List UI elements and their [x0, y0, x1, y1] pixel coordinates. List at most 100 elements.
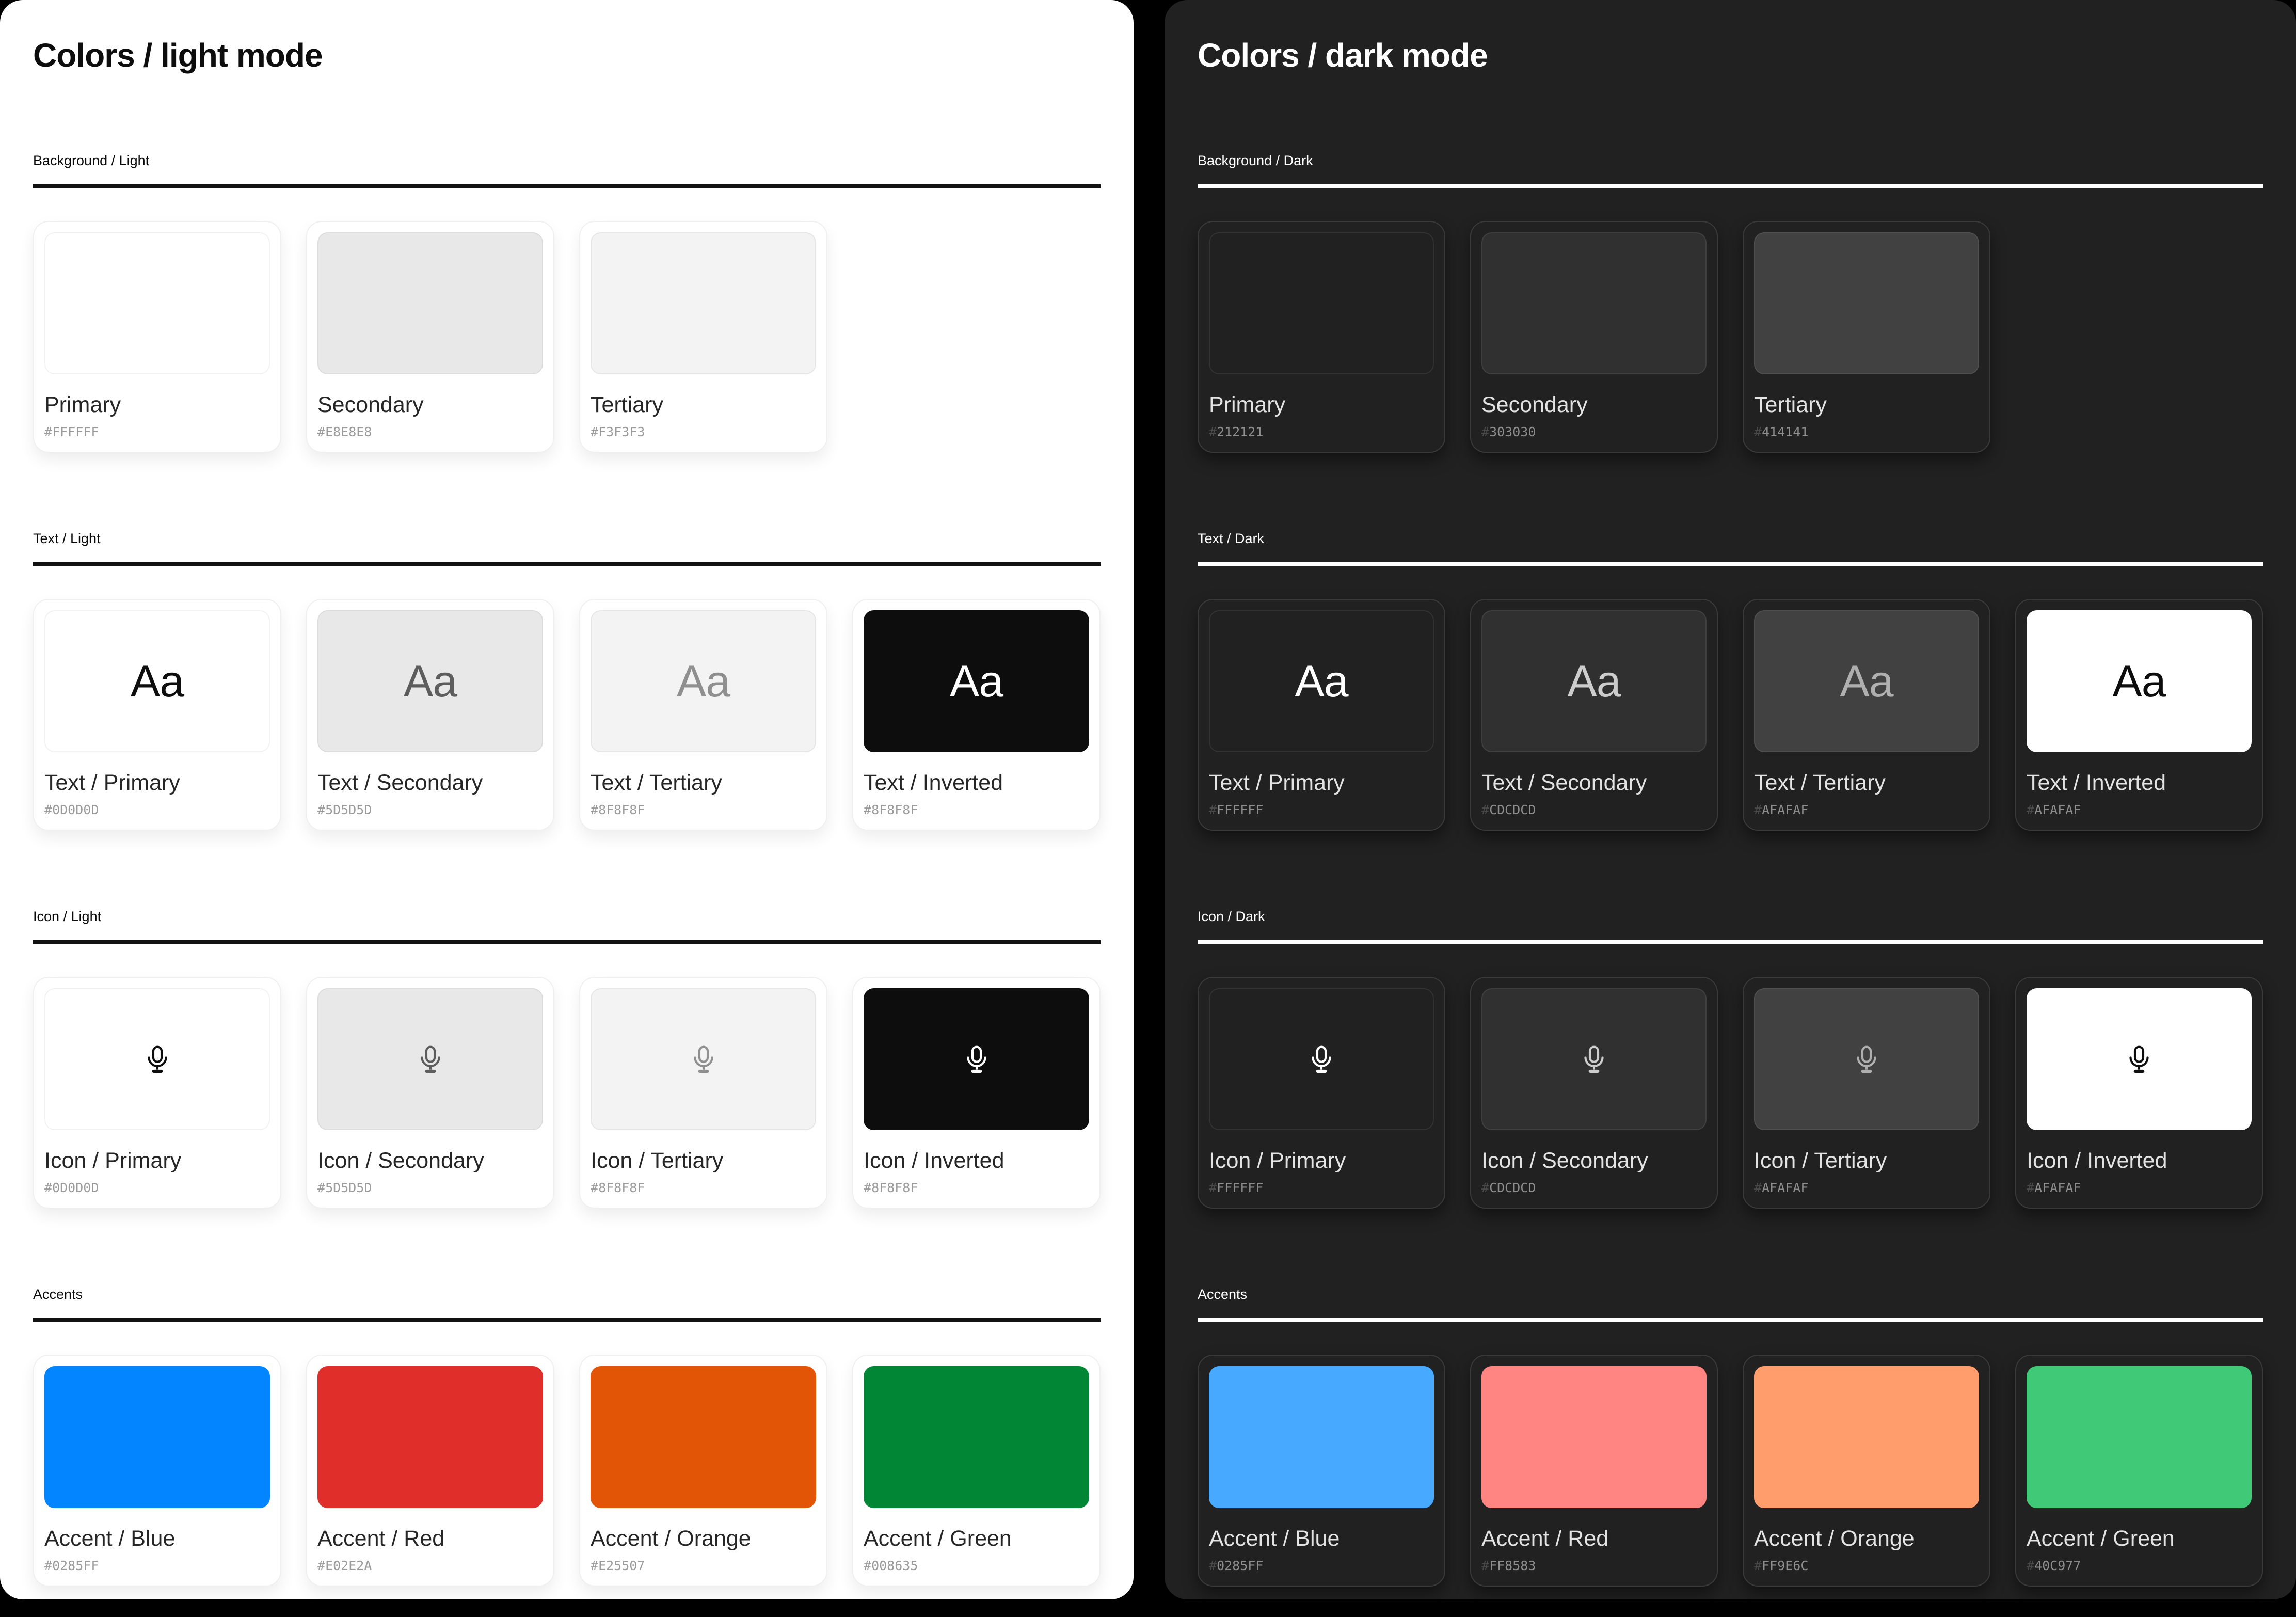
text-sample-swatch: Aa [1754, 610, 1979, 752]
color-swatch [2027, 1366, 2252, 1508]
card-icon-inverted: Icon / Inverted #AFAFAF [2015, 977, 2263, 1209]
card-hex: #CDCDCD [1481, 1181, 1707, 1195]
card-name: Icon / Primary [44, 1148, 270, 1174]
card-bg-primary: Primary #FFFFFF [33, 221, 281, 453]
section-icon-dark: Icon / Dark Icon / Primary #FFFFFF Icon … [1198, 908, 2263, 1209]
card-accent-green: Accent / Green #008635 [852, 1355, 1101, 1587]
card-name: Text / Tertiary [591, 770, 816, 796]
card-bg-tertiary: Tertiary #F3F3F3 [579, 221, 827, 453]
card-name: Accent / Blue [44, 1526, 270, 1551]
microphone-icon [961, 1043, 993, 1075]
section-accents-dark: Accents Accent / Blue #0285FF Accent / R… [1198, 1286, 2263, 1587]
section-divider [1198, 940, 2263, 944]
card-accent-red: Accent / Red #E02E2A [306, 1355, 554, 1587]
card-accent-blue: Accent / Blue #0285FF [33, 1355, 281, 1587]
text-sample-swatch: Aa [864, 610, 1089, 752]
card-hex: #FFFFFF [44, 425, 270, 439]
card-hex: #8F8F8F [864, 1181, 1089, 1195]
section-label: Background / Light [33, 152, 1101, 169]
card-text-inverted: Aa Text / Inverted #AFAFAF [2015, 599, 2263, 831]
card-icon-inverted: Icon / Inverted #8F8F8F [852, 977, 1101, 1209]
text-sample-swatch: Aa [2027, 610, 2252, 752]
card-row: Primary #FFFFFF Secondary #E8E8E8 Tertia… [33, 221, 1101, 453]
color-swatch [317, 1366, 543, 1508]
style-guide-canvas: Colors / light mode Background / Light P… [0, 0, 2296, 1617]
card-name: Tertiary [1754, 392, 1979, 418]
card-name: Text / Tertiary [1754, 770, 1979, 796]
card-hex: #AFAFAF [2027, 803, 2252, 817]
microphone-icon [1305, 1043, 1337, 1075]
aa-sample: Aa [950, 659, 1003, 704]
card-name: Text / Primary [44, 770, 270, 796]
card-name: Accent / Red [1481, 1526, 1707, 1551]
card-hex: #AFAFAF [1754, 1181, 1979, 1195]
card-bg-secondary: Secondary #303030 [1470, 221, 1718, 453]
card-row: Icon / Primary #0D0D0D Icon / Secondary … [33, 977, 1101, 1209]
card-hex: #FF8583 [1481, 1559, 1707, 1573]
card-name: Text / Secondary [317, 770, 543, 796]
section-divider [1198, 184, 2263, 188]
card-hex: #FFFFFF [1209, 803, 1434, 817]
section-label: Accents [33, 1286, 1101, 1303]
card-hex: #303030 [1481, 425, 1707, 439]
microphone-icon [688, 1043, 720, 1075]
color-swatch [44, 232, 270, 374]
card-hex: #8F8F8F [864, 803, 1089, 817]
card-row: Accent / Blue #0285FF Accent / Red #E02E… [33, 1355, 1101, 1587]
card-hex: #008635 [864, 1559, 1089, 1573]
section-label: Accents [1198, 1286, 2263, 1303]
card-icon-secondary: Icon / Secondary #CDCDCD [1470, 977, 1718, 1209]
card-accent-blue: Accent / Blue #0285FF [1198, 1355, 1445, 1587]
aa-sample: Aa [1567, 659, 1620, 704]
color-swatch [1754, 1366, 1979, 1508]
section-label: Text / Light [33, 530, 1101, 547]
aa-sample: Aa [677, 659, 730, 704]
section-icon-light: Icon / Light Icon / Primary #0D0D0D Icon… [33, 908, 1101, 1209]
card-hex: #0285FF [44, 1559, 270, 1573]
icon-sample-swatch [44, 988, 270, 1130]
card-name: Text / Inverted [2027, 770, 2252, 796]
section-background-light: Background / Light Primary #FFFFFF Secon… [33, 152, 1101, 453]
card-hex: #8F8F8F [591, 1181, 816, 1195]
card-hex: #40C977 [2027, 1559, 2252, 1573]
card-hex: #FFFFFF [1209, 1181, 1434, 1195]
aa-sample: Aa [1295, 659, 1348, 704]
card-accent-orange: Accent / Orange #E25507 [579, 1355, 827, 1587]
card-row: Aa Text / Primary #FFFFFF Aa Text / Seco… [1198, 599, 2263, 831]
card-hex: #5D5D5D [317, 1181, 543, 1195]
color-swatch [1209, 1366, 1434, 1508]
section-label: Icon / Dark [1198, 908, 2263, 925]
section-divider [33, 1318, 1101, 1322]
color-swatch [864, 1366, 1089, 1508]
color-swatch [317, 232, 543, 374]
card-icon-primary: Icon / Primary #0D0D0D [33, 977, 281, 1209]
section-background-dark: Background / Dark Primary #212121 Second… [1198, 152, 2263, 453]
page-title: Colors / dark mode [1198, 36, 2263, 75]
color-swatch [591, 232, 816, 374]
card-hex: #E02E2A [317, 1559, 543, 1573]
section-divider [33, 184, 1101, 188]
card-hex: #AFAFAF [2027, 1181, 2252, 1195]
card-name: Icon / Secondary [317, 1148, 543, 1174]
card-name: Accent / Green [2027, 1526, 2252, 1551]
card-bg-primary: Primary #212121 [1198, 221, 1445, 453]
card-name: Primary [44, 392, 270, 418]
card-icon-secondary: Icon / Secondary #5D5D5D [306, 977, 554, 1209]
card-name: Icon / Inverted [2027, 1148, 2252, 1174]
text-sample-swatch: Aa [317, 610, 543, 752]
card-icon-tertiary: Icon / Tertiary #AFAFAF [1743, 977, 1990, 1209]
section-accents-light: Accents Accent / Blue #0285FF Accent / R… [33, 1286, 1101, 1587]
microphone-icon [1578, 1043, 1610, 1075]
card-name: Primary [1209, 392, 1434, 418]
card-text-secondary: Aa Text / Secondary #CDCDCD [1470, 599, 1718, 831]
microphone-icon [1851, 1043, 1883, 1075]
text-sample-swatch: Aa [1209, 610, 1434, 752]
card-name: Accent / Orange [1754, 1526, 1979, 1551]
card-hex: #212121 [1209, 425, 1434, 439]
card-name: Accent / Orange [591, 1526, 816, 1551]
card-row: Icon / Primary #FFFFFF Icon / Secondary … [1198, 977, 2263, 1209]
icon-sample-swatch [317, 988, 543, 1130]
card-text-inverted: Aa Text / Inverted #8F8F8F [852, 599, 1101, 831]
color-swatch [591, 1366, 816, 1508]
card-accent-green: Accent / Green #40C977 [2015, 1355, 2263, 1587]
